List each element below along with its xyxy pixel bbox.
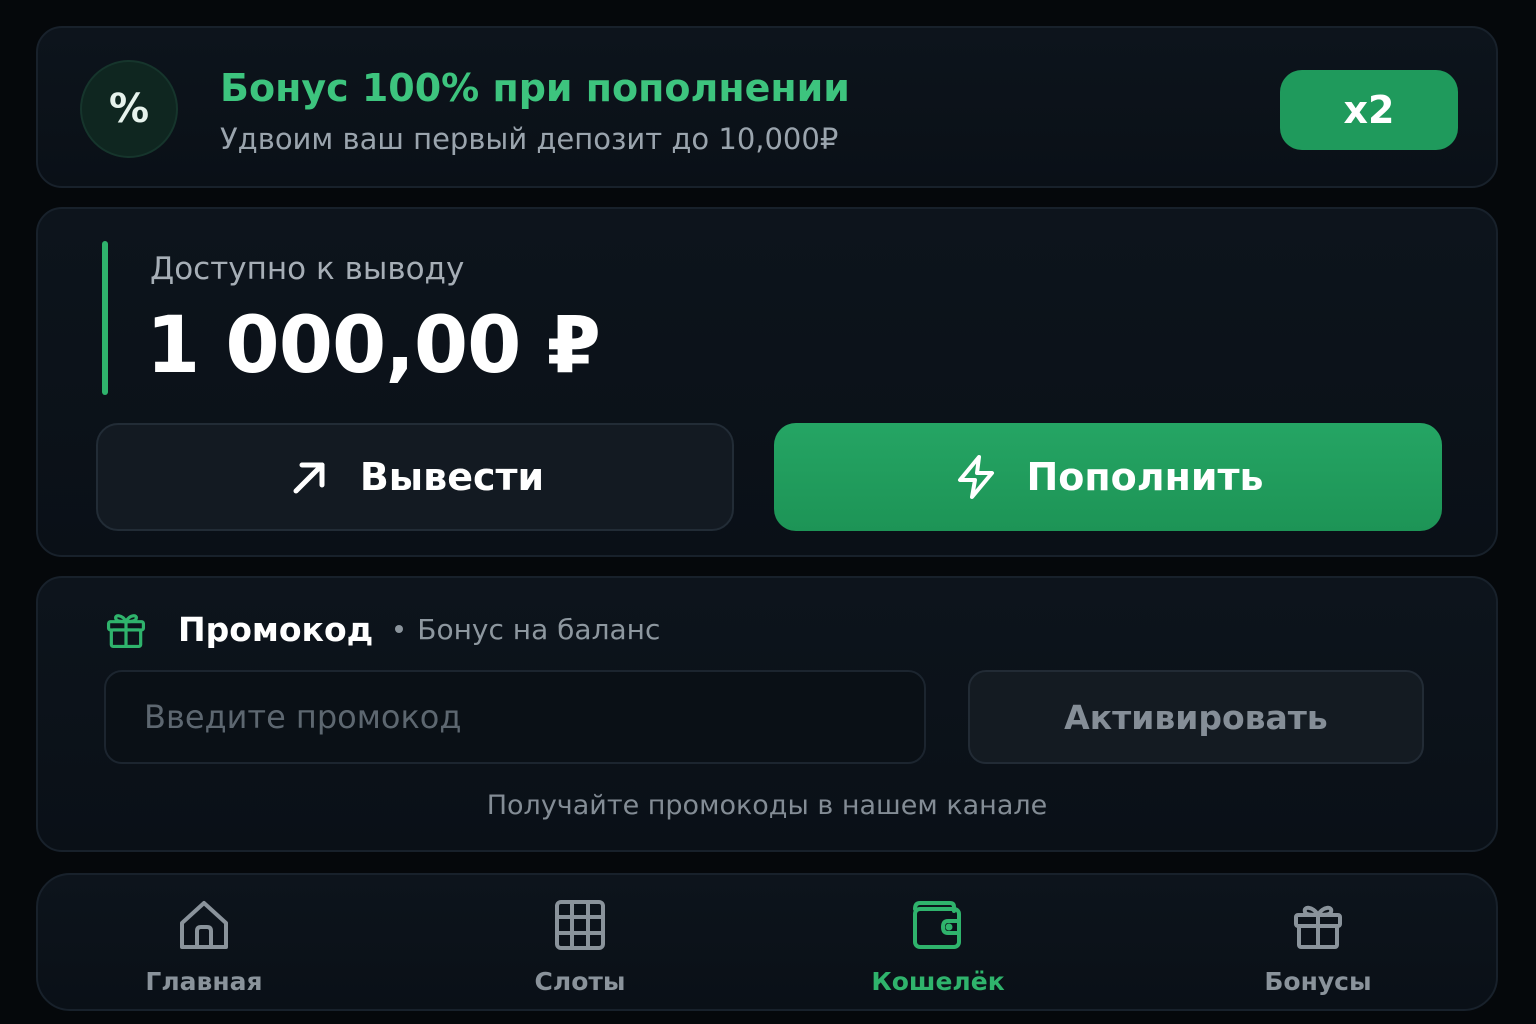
lightning-icon (958, 455, 995, 499)
bonus-subtitle: Удвоим ваш первый депозит до 10,000₽ (220, 122, 839, 156)
bonus-title: Бонус 100% при пополнении (220, 66, 850, 110)
balance-card: Доступно к выводу 1 000,00 ₽ Вывести Поп… (36, 207, 1498, 557)
gift-icon (1294, 905, 1342, 949)
multiplier-badge[interactable]: x2 (1280, 70, 1458, 150)
promo-subtitle: Бонус на баланс (417, 612, 661, 646)
deposit-button-label: Пополнить (1026, 455, 1264, 499)
percent-icon-glyph: % (108, 86, 150, 132)
promo-code-input[interactable] (104, 670, 926, 764)
nav-label-home: Главная (145, 967, 263, 996)
nav-label-wallet: Кошелёк (871, 967, 1005, 996)
promo-header: Промокод Бонус на баланс (104, 604, 660, 654)
bottom-nav: Главная Слоты Кошелёк Бонусы (36, 873, 1498, 1011)
nav-item-home[interactable]: Главная (84, 897, 324, 996)
grid-icon (555, 900, 605, 950)
bonus-banner[interactable]: % Бонус 100% при пополнении Удвоим ваш п… (36, 26, 1498, 188)
nav-item-bonuses[interactable]: Бонусы (1198, 897, 1438, 996)
home-icon (180, 901, 228, 949)
balance-label: Доступно к выводу (150, 251, 465, 287)
promo-card: Промокод Бонус на баланс Активировать По… (36, 576, 1498, 852)
percent-icon: % (80, 60, 178, 158)
wallet-icon (913, 901, 961, 949)
balance-amount: 1 000,00 ₽ (146, 301, 601, 391)
nav-item-slots[interactable]: Слоты (460, 897, 700, 996)
gift-icon (106, 614, 146, 649)
activate-button[interactable]: Активировать (968, 670, 1424, 764)
nav-label-bonuses: Бонусы (1264, 967, 1372, 996)
deposit-button[interactable]: Пополнить (774, 423, 1442, 531)
nav-label-slots: Слоты (534, 967, 626, 996)
separator-dot (395, 625, 404, 633)
withdraw-button[interactable]: Вывести (96, 423, 734, 531)
nav-item-wallet[interactable]: Кошелёк (818, 897, 1058, 996)
arrow-up-right-icon (293, 462, 325, 494)
withdraw-button-label: Вывести (359, 455, 545, 499)
promo-title: Промокод (178, 609, 374, 649)
balance-accent-bar (102, 241, 108, 395)
promo-hint: Получайте промокоды в нашем канале (486, 790, 1048, 821)
